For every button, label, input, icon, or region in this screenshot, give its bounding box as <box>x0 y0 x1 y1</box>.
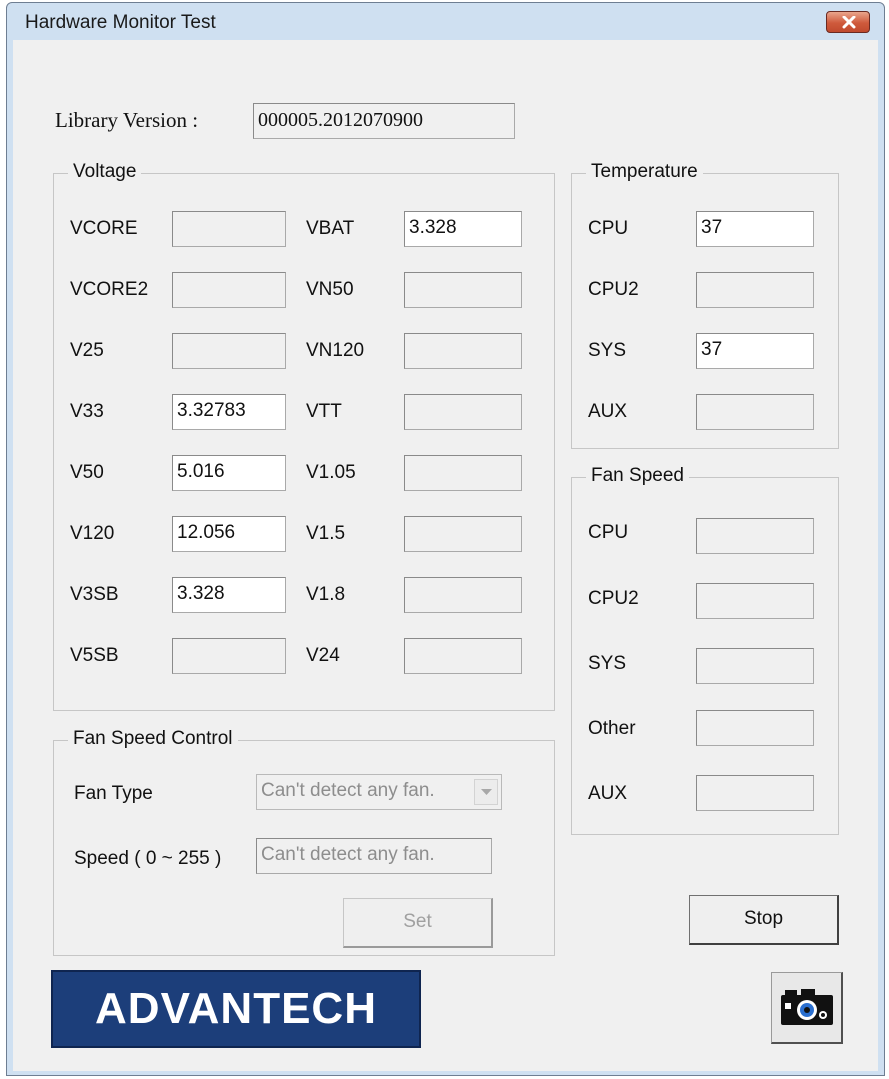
voltage-field-v3sb[interactable]: 3.328 <box>172 577 286 613</box>
title-bar[interactable]: Hardware Monitor Test <box>7 3 884 39</box>
logo-text: ADVANTECH <box>95 984 377 1033</box>
temp-label-cpu2: CPU2 <box>588 279 639 300</box>
fan-type-value: Can't detect any fan. <box>261 780 435 801</box>
fan-field-cpu[interactable] <box>696 518 814 554</box>
fan-field-other[interactable] <box>696 710 814 746</box>
voltage-field-v1-8[interactable] <box>404 577 522 613</box>
chevron-down-icon <box>481 789 492 795</box>
voltage-field-vcore[interactable] <box>172 211 286 247</box>
fan-type-label: Fan Type <box>74 783 153 804</box>
voltage-label-v1-5: V1.5 <box>306 523 346 544</box>
voltage-label-vn120: VN120 <box>306 340 365 361</box>
voltage-label-v5sb: V5SB <box>70 645 119 666</box>
window-title: Hardware Monitor Test <box>25 12 216 33</box>
close-button[interactable] <box>826 11 870 33</box>
close-icon <box>842 16 856 29</box>
temp-label-aux: AUX <box>588 401 628 422</box>
speed-field[interactable]: Can't detect any fan. <box>256 838 492 874</box>
voltage-label-v24: V24 <box>306 645 340 666</box>
voltage-field-vn120[interactable] <box>404 333 522 369</box>
dropdown-arrow[interactable] <box>474 779 498 805</box>
fan-label-cpu: CPU <box>588 522 629 543</box>
speed-label: Speed ( 0 ~ 255 ) <box>74 848 222 869</box>
fan-label-sys: SYS <box>588 653 627 674</box>
advantech-logo: ADVANTECH <box>51 970 421 1048</box>
voltage-field-vcore2[interactable] <box>172 272 286 308</box>
voltage-field-v5sb[interactable] <box>172 638 286 674</box>
fan-field-aux[interactable] <box>696 775 814 811</box>
voltage-label-vcore2: VCORE2 <box>70 279 149 300</box>
fan-field-cpu2[interactable] <box>696 583 814 619</box>
voltage-label-v1-05: V1.05 <box>306 462 356 483</box>
voltage-label-v50: V50 <box>70 462 104 483</box>
voltage-field-v1-5[interactable] <box>404 516 522 552</box>
set-button[interactable]: Set <box>343 898 493 948</box>
voltage-label-v1-8: V1.8 <box>306 584 346 605</box>
voltage-label-vn50: VN50 <box>306 279 354 300</box>
temp-field-sys[interactable]: 37 <box>696 333 814 369</box>
library-version-label: Library Version : <box>55 108 199 132</box>
voltage-field-vbat[interactable]: 3.328 <box>404 211 522 247</box>
library-version-field[interactable]: 000005.2012070900 <box>253 103 515 139</box>
camera-icon <box>781 989 833 1025</box>
voltage-label-vtt: VTT <box>306 401 342 422</box>
temp-field-aux[interactable] <box>696 394 814 430</box>
screenshot-button[interactable] <box>771 972 843 1044</box>
voltage-field-v1-05[interactable] <box>404 455 522 491</box>
voltage-label-v33: V33 <box>70 401 104 422</box>
stop-button[interactable]: Stop <box>689 895 839 945</box>
voltage-label-v25: V25 <box>70 340 104 361</box>
voltage-field-v24[interactable] <box>404 638 522 674</box>
fan-label-cpu2: CPU2 <box>588 588 639 609</box>
voltage-field-v120[interactable]: 12.056 <box>172 516 286 552</box>
fan-label-other: Other <box>588 718 636 739</box>
voltage-group: Voltage VCORE VCORE2 V25 V33 3.32783 V50… <box>53 161 555 711</box>
app-window: Hardware Monitor Test Library Version : … <box>6 2 885 1076</box>
voltage-label-v3sb: V3SB <box>70 584 119 605</box>
voltage-field-v50[interactable]: 5.016 <box>172 455 286 491</box>
fan-speed-group-title: Fan Speed <box>586 465 689 487</box>
temperature-group: Temperature CPU 37 CPU2 SYS 37 AUX <box>571 161 839 449</box>
voltage-field-v33[interactable]: 3.32783 <box>172 394 286 430</box>
temp-field-cpu[interactable]: 37 <box>696 211 814 247</box>
voltage-group-title: Voltage <box>68 161 142 183</box>
temp-label-sys: SYS <box>588 340 627 361</box>
voltage-label-vcore: VCORE <box>70 218 138 239</box>
voltage-field-v25[interactable] <box>172 333 286 369</box>
fan-speed-control-title: Fan Speed Control <box>68 728 238 750</box>
client-area: Library Version : 000005.2012070900 Volt… <box>13 40 878 1071</box>
voltage-label-vbat: VBAT <box>306 218 355 239</box>
temp-field-cpu2[interactable] <box>696 272 814 308</box>
voltage-field-vtt[interactable] <box>404 394 522 430</box>
fan-type-dropdown[interactable]: Can't detect any fan. <box>256 774 502 810</box>
voltage-field-vn50[interactable] <box>404 272 522 308</box>
voltage-label-v120: V120 <box>70 523 115 544</box>
temperature-group-title: Temperature <box>586 161 703 183</box>
fan-speed-control-group: Fan Speed Control Fan Type Can't detect … <box>53 728 555 956</box>
temp-label-cpu: CPU <box>588 218 629 239</box>
fan-label-aux: AUX <box>588 783 628 804</box>
fan-field-sys[interactable] <box>696 648 814 684</box>
fan-speed-group: Fan Speed CPU CPU2 SYS Other AUX <box>571 465 839 835</box>
